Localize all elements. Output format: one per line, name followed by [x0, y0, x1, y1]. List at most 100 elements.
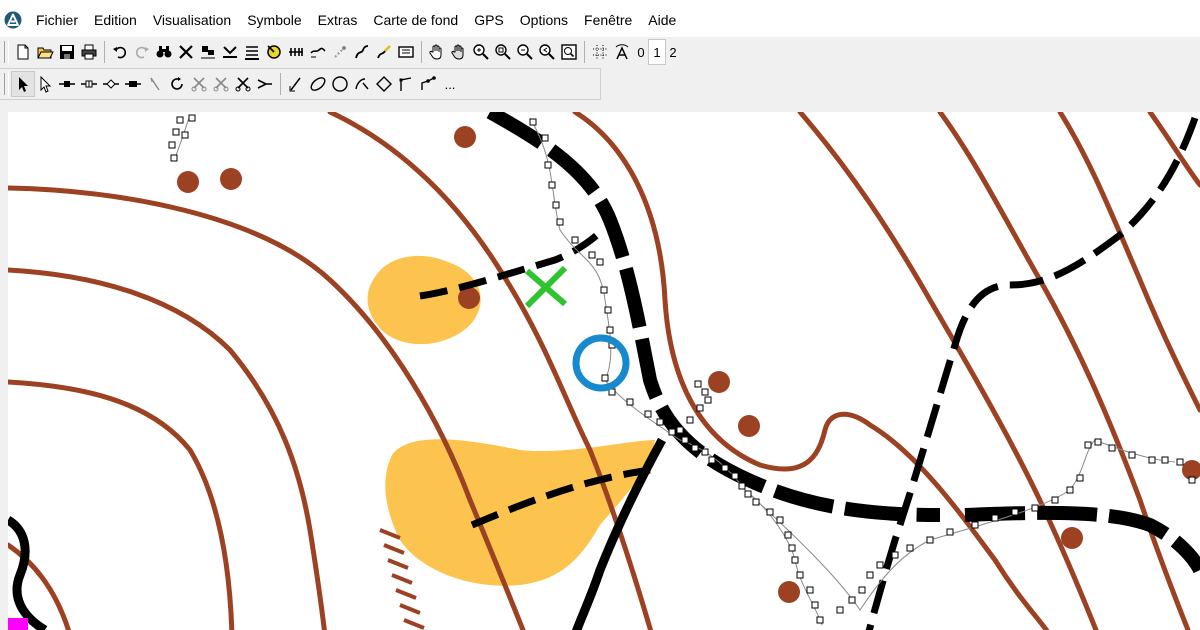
gps-node[interactable] — [626, 398, 634, 406]
cut-area-icon[interactable] — [210, 72, 232, 96]
gps-icon[interactable] — [329, 40, 351, 64]
gps-node[interactable] — [604, 306, 612, 314]
open-folder-icon[interactable] — [34, 40, 56, 64]
pointer-icon[interactable] — [144, 72, 166, 96]
gps-node[interactable] — [601, 374, 609, 382]
insert-node-icon[interactable] — [78, 72, 100, 96]
move-node-icon[interactable] — [100, 72, 122, 96]
gps-node[interactable] — [738, 482, 746, 490]
tag-icon[interactable] — [263, 40, 285, 64]
gps-node[interactable] — [588, 251, 596, 259]
gps-node[interactable] — [676, 426, 684, 434]
ellipse-tool-icon[interactable] — [307, 72, 329, 96]
level-0-button[interactable]: 0 — [633, 40, 649, 64]
gps-node[interactable] — [1176, 458, 1184, 466]
path-icon[interactable] — [307, 40, 329, 64]
menu-fenetre[interactable]: Fenêtre — [576, 0, 640, 40]
binoculars-icon[interactable] — [153, 40, 175, 64]
gps-node[interactable] — [1066, 486, 1074, 494]
gps-node[interactable] — [644, 410, 652, 418]
gps-node[interactable] — [1128, 451, 1136, 459]
align-icon[interactable] — [197, 40, 219, 64]
gps-node[interactable] — [1031, 504, 1039, 512]
zoom-fit-icon[interactable] — [558, 40, 580, 64]
gps-node[interactable] — [701, 388, 709, 396]
menu-extras[interactable]: Extras — [310, 0, 366, 40]
gps-node[interactable] — [788, 544, 796, 552]
toolbar-grip[interactable] — [4, 73, 9, 95]
gps-node[interactable] — [686, 416, 694, 424]
gps-node[interactable] — [891, 551, 899, 559]
gps-node[interactable] — [188, 114, 196, 122]
gps-node[interactable] — [704, 396, 712, 404]
select-arrow-icon[interactable] — [11, 71, 35, 97]
gps-node[interactable] — [906, 544, 914, 552]
gps-node[interactable] — [866, 571, 874, 579]
menu-symbole[interactable]: Symbole — [239, 0, 309, 40]
gps-node[interactable] — [926, 536, 934, 544]
straight-line-icon[interactable] — [395, 72, 417, 96]
cut-scissors-icon[interactable] — [188, 72, 210, 96]
gps-node[interactable] — [596, 258, 604, 266]
gps-node[interactable] — [1188, 476, 1196, 484]
gps-node[interactable] — [811, 601, 819, 609]
gps-node[interactable] — [1108, 444, 1116, 452]
gps-node[interactable] — [796, 571, 804, 579]
gps-node[interactable] — [1084, 441, 1092, 449]
level-1-button[interactable]: 1 — [648, 39, 666, 65]
gps-node[interactable] — [696, 404, 704, 412]
gps-node[interactable] — [752, 498, 760, 506]
orienteering-map[interactable] — [8, 112, 1200, 630]
gps-node[interactable] — [181, 131, 189, 139]
gps-node[interactable] — [744, 490, 752, 498]
remove-node-icon[interactable] — [122, 72, 144, 96]
curve-icon[interactable] — [351, 40, 373, 64]
gps-node[interactable] — [806, 586, 814, 594]
gps-node[interactable] — [681, 436, 689, 444]
gps-node[interactable] — [858, 586, 866, 594]
gps-node[interactable] — [691, 444, 699, 452]
new-file-icon[interactable] — [12, 40, 34, 64]
gps-node[interactable] — [1011, 508, 1019, 516]
gps-node[interactable] — [721, 464, 729, 472]
gps-node[interactable] — [529, 118, 537, 126]
gps-node[interactable] — [552, 201, 560, 209]
gps-node[interactable] — [1161, 456, 1169, 464]
map-canvas[interactable] — [8, 112, 1200, 630]
gps-node[interactable] — [170, 154, 178, 162]
pan-hand-alt-icon[interactable] — [448, 40, 470, 64]
line-tool-icon[interactable] — [285, 72, 307, 96]
zoom-out-icon[interactable] — [514, 40, 536, 64]
grid-icon[interactable] — [589, 40, 611, 64]
pan-hand-icon[interactable] — [426, 40, 448, 64]
menu-fichier[interactable]: Fichier — [28, 0, 86, 40]
gps-node[interactable] — [731, 472, 739, 480]
menu-aide[interactable]: Aide — [640, 0, 684, 40]
join-icon[interactable] — [254, 72, 276, 96]
gps-node[interactable] — [766, 508, 774, 516]
add-node-icon[interactable] — [56, 72, 78, 96]
polyline-icon[interactable] — [417, 72, 439, 96]
gps-node[interactable] — [784, 531, 792, 539]
measure-icon[interactable] — [285, 40, 307, 64]
gps-node[interactable] — [541, 134, 549, 142]
gps-node[interactable] — [172, 128, 180, 136]
gps-node[interactable] — [556, 218, 564, 226]
gps-node[interactable] — [544, 161, 552, 169]
menu-edition[interactable]: Edition — [86, 0, 145, 40]
save-icon[interactable] — [56, 40, 78, 64]
level-2-button[interactable]: 2 — [665, 40, 681, 64]
redo-icon[interactable] — [131, 40, 153, 64]
curve-tool-icon[interactable] — [351, 72, 373, 96]
gps-node[interactable] — [991, 514, 999, 522]
gps-node[interactable] — [708, 456, 716, 464]
menu-visualisation[interactable]: Visualisation — [145, 0, 239, 40]
gps-node[interactable] — [836, 606, 844, 614]
gps-node[interactable] — [600, 286, 608, 294]
rectangle-tool-icon[interactable] — [373, 72, 395, 96]
print-icon[interactable] — [78, 40, 100, 64]
gps-node[interactable] — [1094, 438, 1102, 446]
undo-icon[interactable] — [109, 40, 131, 64]
align-text-icon[interactable] — [241, 40, 263, 64]
gps-node[interactable] — [656, 418, 664, 426]
